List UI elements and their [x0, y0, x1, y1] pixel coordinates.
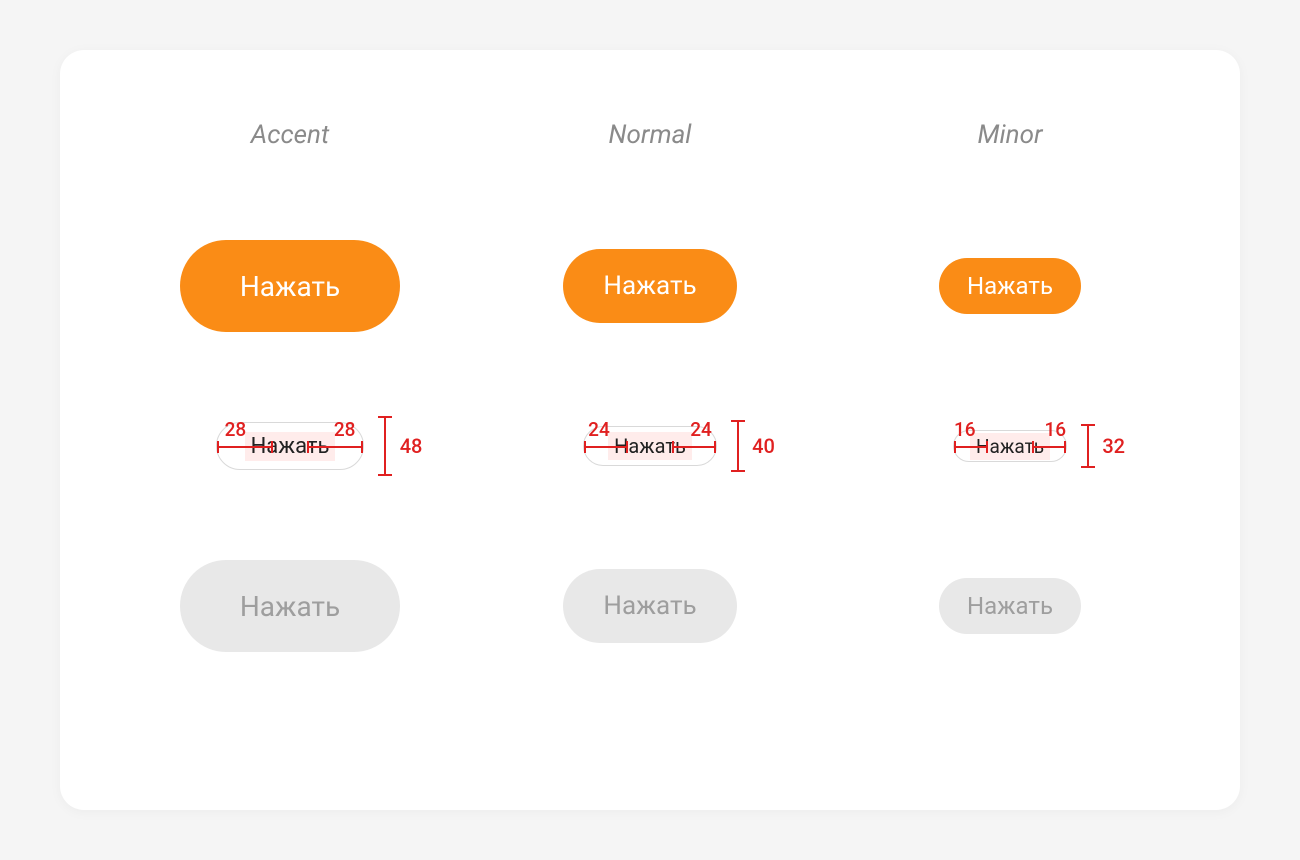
button-label: Нажать	[967, 592, 1053, 620]
pad-left-value: 24	[588, 418, 610, 441]
normal-primary-button[interactable]: Нажать	[563, 249, 736, 323]
accent-spec: 28 Нажать 28 48	[216, 422, 365, 470]
accent-primary-button[interactable]: Нажать	[180, 240, 400, 332]
pad-right-value: 24	[690, 418, 712, 441]
pad-bar-left: 28	[217, 446, 273, 448]
height-value: 40	[752, 434, 775, 458]
height-bar	[737, 420, 739, 472]
pad-bar-right: 24	[672, 446, 716, 448]
pad-right-value: 28	[334, 418, 356, 441]
column-title-accent: Accent	[251, 120, 329, 150]
column-title-normal: Normal	[609, 120, 692, 150]
button-label: Нажать	[967, 272, 1053, 300]
pad-bar-left: 16	[954, 446, 988, 448]
spec-card: Accent Normal Minor Нажать Нажать Нажать…	[60, 50, 1240, 810]
pad-right-value: 16	[1044, 418, 1066, 441]
height-value: 32	[1102, 434, 1125, 458]
minor-spec: 16 Нажать 16 32	[953, 430, 1067, 462]
pad-bar-right: 28	[307, 446, 363, 448]
normal-disabled-button: Нажать	[563, 569, 736, 643]
pad-bar-right: 16	[1032, 446, 1066, 448]
normal-spec-outline: 24 Нажать 24	[583, 426, 717, 466]
height-value: 48	[400, 434, 423, 458]
height-bar	[384, 416, 386, 476]
normal-spec: 24 Нажать 24 40	[583, 426, 717, 466]
pad-bar-left: 24	[584, 446, 628, 448]
accent-spec-outline: 28 Нажать 28	[216, 422, 365, 470]
minor-disabled-button: Нажать	[939, 578, 1081, 634]
button-label: Нажать	[603, 271, 696, 301]
button-label: Нажать	[240, 270, 340, 303]
button-label: Нажать	[240, 590, 340, 623]
pad-left-value: 16	[954, 418, 976, 441]
minor-spec-outline: 16 Нажать 16	[953, 430, 1067, 462]
minor-primary-button[interactable]: Нажать	[939, 258, 1081, 314]
height-bar	[1087, 424, 1089, 468]
column-title-minor: Minor	[978, 120, 1043, 150]
pad-left-value: 28	[225, 418, 247, 441]
button-label: Нажать	[603, 591, 696, 621]
accent-disabled-button: Нажать	[180, 560, 400, 652]
